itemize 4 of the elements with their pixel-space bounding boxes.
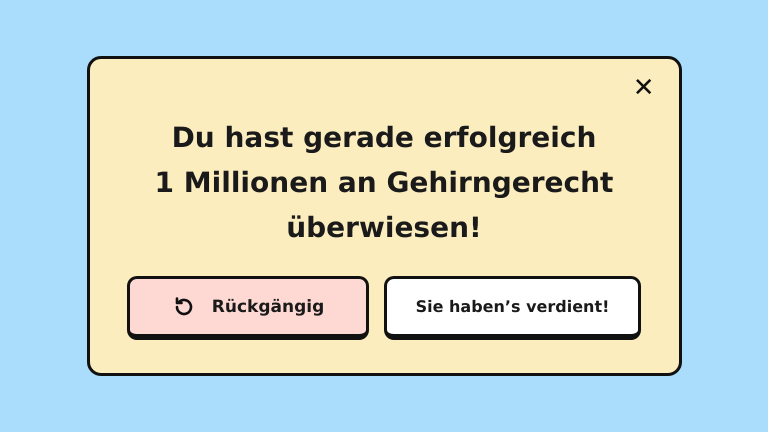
undo-button[interactable]: Rückgängig bbox=[127, 276, 369, 340]
confirm-button[interactable]: Sie haben’s verdient! bbox=[384, 276, 641, 340]
dialog-message: Du hast gerade erfolgreich 1 Millionen an Gehirngerecht überwiesen! bbox=[154, 120, 614, 246]
close-button[interactable]: ✕ bbox=[628, 73, 658, 103]
